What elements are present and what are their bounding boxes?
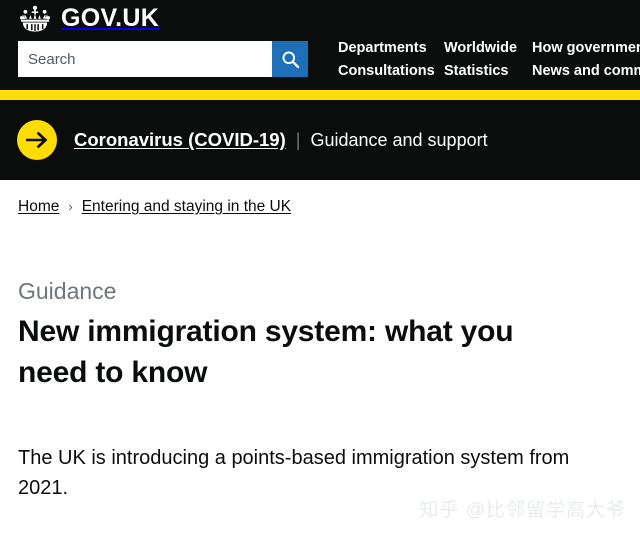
breadcrumb-item-entering-and-staying-in-the-uk[interactable]: Entering and staying in the UK — [82, 198, 291, 216]
breadcrumb[interactable]: Home › Entering and staying in the UK — [18, 198, 291, 216]
coronavirus-banner-subtitle: Guidance and support — [310, 130, 488, 150]
coronavirus-banner-text: Coronavirus (COVID-19) | Guidance and su… — [74, 129, 488, 151]
nav-link-consultations[interactable]: Consultations — [338, 61, 444, 82]
search-icon — [281, 50, 300, 69]
govuk-wordmark: GOV.UK — [61, 3, 160, 32]
coronavirus-link[interactable]: Coronavirus (COVID-19) — [74, 129, 286, 151]
global-header: GOV.UK Departments Worldwide How governm… — [0, 0, 640, 90]
nav-link-worldwide[interactable]: Worldwide — [444, 38, 532, 59]
global-nav[interactable]: Departments Worldwide How government wor… — [338, 38, 640, 82]
search-form[interactable] — [18, 41, 308, 77]
watermark: 知乎 @比邻留学高大爷 — [419, 500, 626, 521]
govuk-logo-link[interactable]: GOV.UK — [16, 3, 159, 33]
coronavirus-banner: Coronavirus (COVID-19) | Guidance and su… — [0, 100, 640, 180]
yellow-divider-bar — [0, 90, 640, 100]
chevron-right-icon: › — [68, 198, 73, 214]
nav-link-statistics[interactable]: Statistics — [444, 61, 532, 82]
nav-link-news-and-communications[interactable]: News and communications — [532, 61, 640, 82]
main-content: Guidance New immigration system: what yo… — [18, 278, 618, 393]
nav-link-how-government-works[interactable]: How government works — [532, 38, 640, 59]
banner-separator: | — [295, 130, 301, 150]
document-type-label: Guidance — [18, 278, 117, 304]
search-input[interactable] — [18, 41, 272, 77]
lead-paragraph: The UK is introducing a points-based imm… — [18, 447, 570, 499]
page-root: GOV.UK Departments Worldwide How governm… — [0, 0, 640, 534]
search-submit-button[interactable] — [272, 41, 308, 77]
nav-link-departments[interactable]: Departments — [338, 38, 444, 59]
breadcrumb-item-home[interactable]: Home — [18, 198, 59, 216]
page-title: New immigration system: what you need to… — [18, 315, 514, 389]
arrow-right-circle-icon — [17, 120, 57, 160]
royal-crown-icon — [16, 4, 54, 33]
